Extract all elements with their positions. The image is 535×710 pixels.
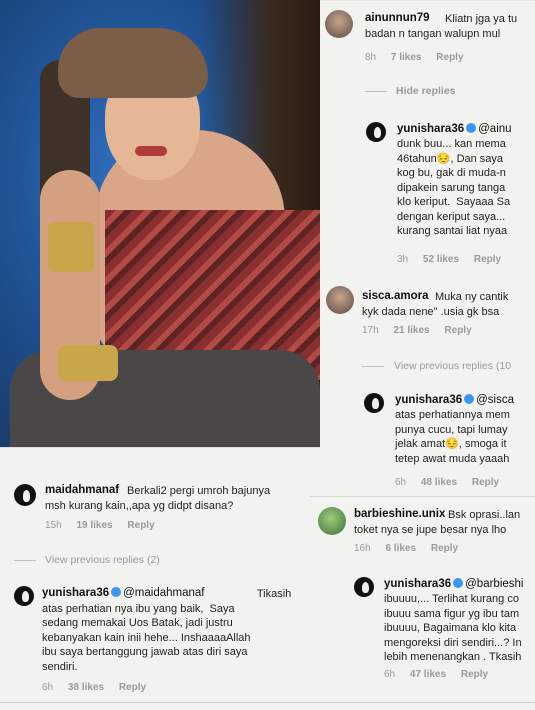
avatar[interactable] bbox=[14, 484, 36, 506]
reply-text: Tikasih atas perhatian nya ibu yang baik… bbox=[42, 588, 292, 673]
reply-button[interactable]: Reply bbox=[461, 669, 488, 680]
avatar[interactable] bbox=[366, 122, 386, 142]
avatar[interactable] bbox=[325, 10, 353, 38]
comment-time: 16h bbox=[354, 543, 371, 554]
avatar[interactable] bbox=[364, 393, 384, 413]
reply-username-text[interactable]: yunishara36 bbox=[395, 394, 462, 406]
comment-likes[interactable]: 7 likes bbox=[391, 52, 422, 63]
reply-button[interactable]: Reply bbox=[436, 52, 463, 63]
comment-text: Muka ny cantik kyk dada nene" .usia gk b… bbox=[362, 291, 509, 318]
reply-username[interactable]: yunishara36 @ainu bbox=[397, 123, 512, 135]
hide-replies-button[interactable]: Hide replies bbox=[396, 85, 456, 97]
thread-line bbox=[365, 91, 387, 92]
reply-meta: 6h 47 likes Reply bbox=[384, 669, 500, 680]
reply-text: atas perhatiannya mem punya cucu, tapi l… bbox=[395, 409, 510, 465]
verified-badge-icon bbox=[466, 123, 477, 133]
reply-likes[interactable]: 38 likes bbox=[68, 682, 104, 693]
reply-time: 6h bbox=[384, 669, 396, 680]
comment-meta: 16h 6 likes Reply bbox=[354, 543, 470, 554]
post-photo[interactable] bbox=[0, 0, 320, 447]
reply-time: 3h bbox=[397, 254, 409, 265]
comment-meta: 15h 19 likes Reply bbox=[45, 520, 167, 531]
reply-button[interactable]: Reply bbox=[474, 254, 501, 265]
photo-turban bbox=[58, 28, 208, 98]
thread-line bbox=[362, 366, 384, 367]
reply-meta: 6h 38 likes Reply bbox=[42, 682, 158, 693]
reply-mention[interactable]: @sisca bbox=[476, 394, 514, 406]
reply-likes[interactable]: 48 likes bbox=[421, 477, 457, 488]
reply-button[interactable]: Reply bbox=[127, 520, 154, 531]
verified-badge-icon bbox=[453, 578, 464, 588]
view-previous-replies-button[interactable]: View previous replies (10 bbox=[394, 360, 511, 372]
avatar[interactable] bbox=[354, 577, 374, 597]
reply-button[interactable]: Reply bbox=[431, 543, 458, 554]
reply-likes[interactable]: 47 likes bbox=[410, 669, 446, 680]
section-divider bbox=[310, 496, 535, 497]
comment-time: 15h bbox=[45, 520, 62, 531]
reply-text: dunk buu... kan mema 46tahun😔, Dan saya … bbox=[397, 138, 511, 237]
reply-username-text[interactable]: yunishara36 bbox=[397, 123, 464, 135]
reply-username[interactable]: yunishara36 @barbieshi bbox=[384, 578, 523, 590]
reply-username[interactable]: yunishara36 @sisca bbox=[395, 394, 514, 406]
thread-line bbox=[14, 560, 36, 561]
reply-button[interactable]: Reply bbox=[472, 477, 499, 488]
avatar[interactable] bbox=[326, 286, 354, 314]
comment-likes[interactable]: 6 likes bbox=[385, 543, 416, 554]
reply-text: ibuuuu,... Terlihat kurang co ibuuu sama… bbox=[384, 593, 522, 663]
reply-username-text[interactable]: yunishara36 bbox=[384, 578, 451, 590]
avatar[interactable] bbox=[318, 507, 346, 535]
comment-meta: 8h 7 likes Reply bbox=[365, 52, 476, 63]
comment-meta: 17h 21 likes Reply bbox=[362, 325, 484, 336]
reply-button[interactable]: Reply bbox=[444, 325, 471, 336]
comment-likes[interactable]: 19 likes bbox=[76, 520, 112, 531]
view-previous-replies-button[interactable]: View previous replies (2) bbox=[45, 554, 160, 566]
reply-mention[interactable]: @ainu bbox=[478, 123, 511, 135]
reply-time: 6h bbox=[395, 477, 407, 488]
photo-lips bbox=[135, 146, 167, 156]
photo-bracelet bbox=[58, 345, 118, 381]
comment-text: Berkali2 pergi umroh bajunya msh kurang … bbox=[45, 485, 271, 512]
comment-time: 17h bbox=[362, 325, 379, 336]
reply-meta: 6h 48 likes Reply bbox=[395, 477, 511, 488]
bottom-divider bbox=[0, 702, 535, 703]
reply-mention[interactable]: @barbieshi bbox=[465, 578, 523, 590]
reply-button[interactable]: Reply bbox=[119, 682, 146, 693]
top-divider bbox=[320, 0, 535, 1]
comment-likes[interactable]: 21 likes bbox=[393, 325, 429, 336]
photo-divider bbox=[0, 447, 320, 448]
reply-time: 6h bbox=[42, 682, 54, 693]
reply-likes[interactable]: 52 likes bbox=[423, 254, 459, 265]
comment-text: Bsk oprasi..lan toket nya se jupe besar … bbox=[354, 509, 521, 536]
photo-cuff bbox=[48, 222, 94, 272]
comment-time: 8h bbox=[365, 52, 377, 63]
avatar[interactable] bbox=[14, 586, 34, 606]
verified-badge-icon bbox=[464, 394, 475, 404]
comment-text: Kliatn jga ya tu badan n tangan walupn m… bbox=[365, 13, 518, 40]
reply-meta: 3h 52 likes Reply bbox=[397, 254, 513, 265]
